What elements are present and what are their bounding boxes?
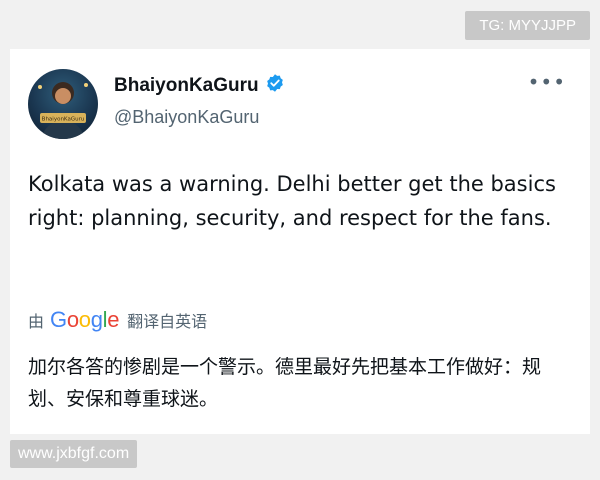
translated-text: 加尔各答的惨剧是一个警示。德里最好先把基本工作做好：规划、安保和尊重球迷。 bbox=[28, 356, 542, 410]
verified-badge-icon bbox=[265, 73, 285, 99]
display-name-row[interactable]: BhaiyonKaGuru bbox=[114, 73, 285, 99]
translate-from-english-label[interactable]: 翻译自英语 bbox=[127, 308, 207, 332]
tweet-card: BhaiyonKaGuru BhaiyonKaGuru @BhaiyonKaGu… bbox=[10, 49, 590, 434]
translation-bar[interactable]: 由 Google 翻译自英语 bbox=[28, 307, 207, 333]
more-horizontal-icon[interactable]: ••• bbox=[528, 72, 566, 92]
avatar-caption: BhaiyonKaGuru bbox=[42, 117, 85, 123]
avatar[interactable]: BhaiyonKaGuru bbox=[28, 69, 98, 139]
tweet-text: Kolkata was a warning. Delhi better get … bbox=[28, 172, 556, 230]
watermark-top: TG: MYYJJPP bbox=[465, 11, 590, 40]
user-info: BhaiyonKaGuru @BhaiyonKaGuru bbox=[114, 73, 285, 128]
watermark-bottom: www.jxbfgf.com bbox=[10, 440, 138, 468]
google-logo: Google bbox=[50, 307, 120, 332]
display-name[interactable]: BhaiyonKaGuru bbox=[114, 75, 259, 97]
translated-by-label: 由 bbox=[28, 312, 45, 331]
handle[interactable]: @BhaiyonKaGuru bbox=[114, 107, 285, 128]
